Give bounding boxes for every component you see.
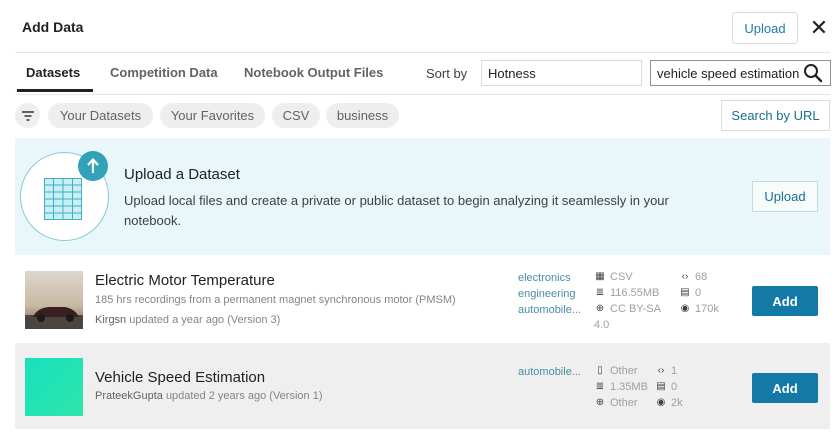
- header-upload-button[interactable]: Upload: [732, 12, 798, 44]
- code-icon: ‹›: [681, 271, 689, 282]
- chip-your-datasets[interactable]: Your Datasets: [48, 103, 153, 128]
- dataset-activity-stats: ‹› 68 ▤ 0 ◉ 170k: [679, 270, 719, 316]
- dataset-activity-stats: ‹› 1 ▤ 0 ◉ 2k: [655, 364, 683, 410]
- sort-by-label: Sort by: [426, 66, 468, 81]
- sort-select[interactable]: [481, 60, 642, 86]
- dataset-title[interactable]: Electric Motor Temperature: [95, 272, 275, 289]
- view-count: 170k: [695, 303, 719, 315]
- upload-dataset-button[interactable]: Upload: [752, 181, 818, 212]
- table-icon: [44, 178, 82, 220]
- license: Other: [610, 397, 638, 409]
- dataset-tags: electronics engineering automobile...: [518, 270, 581, 318]
- comment-count: 0: [695, 287, 702, 299]
- license-icon: ⊕: [595, 397, 605, 408]
- code-count: 68: [695, 271, 708, 283]
- chip-csv[interactable]: CSV: [272, 103, 320, 128]
- add-dataset-button[interactable]: Add: [752, 373, 818, 403]
- database-icon: ≣: [595, 287, 605, 298]
- license-icon: ⊕: [595, 303, 605, 314]
- upload-arrow-icon: [78, 151, 108, 181]
- file-format: Other: [610, 365, 638, 377]
- database-icon: ≣: [595, 381, 605, 392]
- dataset-thumbnail-car: [25, 271, 83, 329]
- upload-dataset-title: Upload a Dataset: [124, 166, 240, 183]
- tab-competition-data[interactable]: Competition Data: [110, 65, 218, 80]
- dataset-updated: updated 2 years ago (Version 1): [165, 390, 323, 402]
- tab-datasets[interactable]: Datasets: [26, 65, 80, 80]
- tag-automobile[interactable]: automobile...: [518, 364, 581, 380]
- tag-engineering[interactable]: engineering: [518, 286, 581, 302]
- file-icon: ▯: [597, 365, 603, 376]
- search-by-url-button[interactable]: Search by URL: [721, 100, 830, 131]
- add-dataset-button[interactable]: Add: [752, 286, 818, 316]
- dataset-meta: Kirgsn updated a year ago (Version 3): [95, 314, 280, 326]
- dataset-tags: automobile...: [518, 364, 581, 380]
- filter-icon[interactable]: [15, 103, 40, 128]
- comment-count: 0: [671, 381, 678, 393]
- upload-dataset-description: Upload local files and create a private …: [124, 193, 669, 228]
- code-icon: ‹›: [657, 365, 665, 376]
- chip-your-favorites[interactable]: Your Favorites: [160, 103, 265, 128]
- dataset-updated: updated a year ago (Version 3): [129, 314, 281, 326]
- table-icon: ▦: [595, 271, 605, 282]
- license: CC BY-SA: [610, 303, 661, 315]
- dialog-title: Add Data: [22, 19, 84, 35]
- eye-icon: ◉: [656, 397, 666, 408]
- tab-notebook-output-files[interactable]: Notebook Output Files: [244, 65, 383, 80]
- file-format: CSV: [610, 271, 633, 283]
- dataset-author[interactable]: Kirgsn: [95, 314, 126, 326]
- code-count: 1: [671, 365, 678, 377]
- tag-electronics[interactable]: electronics: [518, 270, 581, 286]
- tag-automobile[interactable]: automobile...: [518, 302, 581, 318]
- dataset-row-vehicle-speed[interactable]: [15, 343, 830, 429]
- dataset-meta: PrateekGupta updated 2 years ago (Versio…: [95, 390, 322, 402]
- dataset-subtitle: 185 hrs recordings from a permanent magn…: [95, 294, 456, 306]
- eye-icon: ◉: [680, 303, 690, 314]
- dataset-file-stats: ▦ CSV ≣ 116.55MB ⊕ CC BY-SA 4.0: [594, 270, 661, 332]
- dataset-author[interactable]: PrateekGupta: [95, 390, 163, 402]
- comment-icon: ▤: [656, 381, 666, 392]
- file-size: 1.35MB: [610, 381, 648, 393]
- close-icon[interactable]: ✕: [806, 14, 832, 42]
- license-version: 4.0: [594, 319, 610, 331]
- dataset-file-stats: ▯ Other ≣ 1.35MB ⊕ Other: [594, 364, 648, 410]
- comment-icon: ▤: [680, 287, 690, 298]
- search-icon[interactable]: [801, 61, 825, 85]
- view-count: 2k: [671, 397, 683, 409]
- active-tab-indicator: [17, 89, 93, 92]
- chip-business[interactable]: business: [326, 103, 399, 128]
- search-input[interactable]: [651, 61, 807, 85]
- dataset-thumbnail-gradient: [25, 358, 83, 416]
- file-size: 116.55MB: [610, 287, 660, 299]
- dataset-title[interactable]: Vehicle Speed Estimation: [95, 369, 265, 386]
